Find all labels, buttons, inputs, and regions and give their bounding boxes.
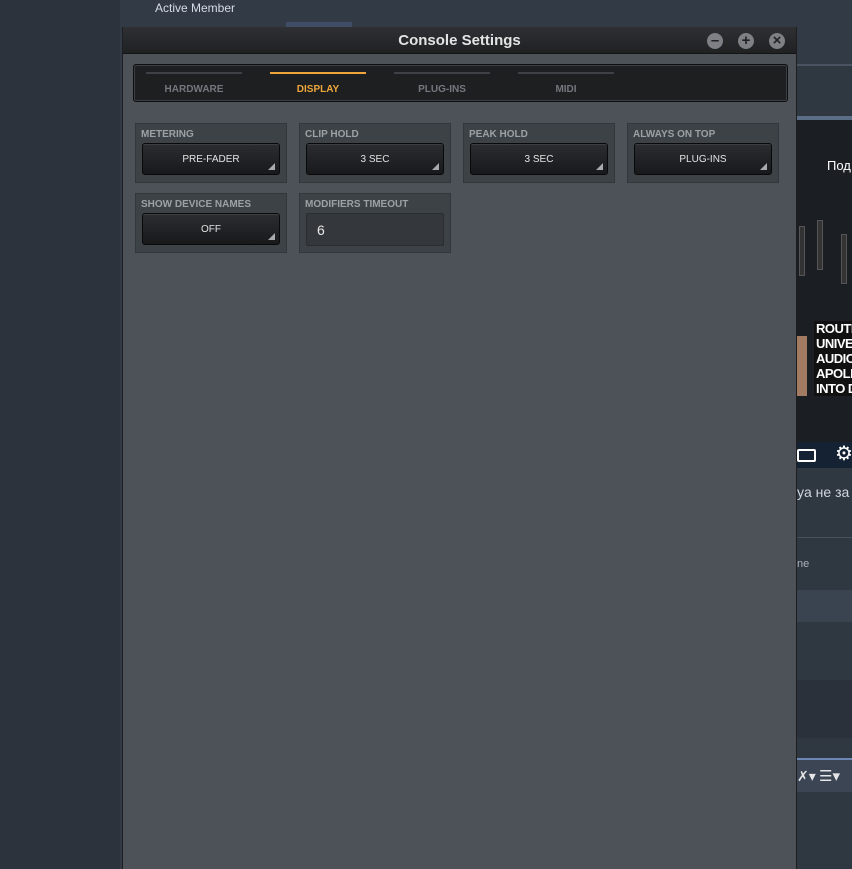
- clip-hold-dropdown[interactable]: 3 SEC: [306, 143, 444, 175]
- show-device-names-dropdown[interactable]: OFF: [142, 213, 280, 245]
- comment-text: ya не за: [797, 484, 850, 500]
- clip-hold-setting: CLIP HOLD 3 SEC: [299, 123, 451, 183]
- video-overlay-text: ROUTIN UNIVER AUDIO'S APOLLO INTO DE: [814, 321, 852, 396]
- tab-indicator: [518, 72, 614, 74]
- tab-indicator: [270, 72, 366, 74]
- always-on-top-setting: ALWAYS ON TOP PLUG-INS: [627, 123, 779, 183]
- minimize-icon[interactable]: –: [707, 33, 723, 49]
- gear-icon[interactable]: ⚙: [835, 444, 852, 464]
- video-top-bar: [797, 116, 852, 120]
- video-presenter-image: [797, 336, 807, 396]
- video-device-graphic: [841, 234, 847, 284]
- video-overlay-line: ROUTIN: [816, 321, 852, 336]
- captions-icon[interactable]: [797, 449, 816, 462]
- maximize-icon[interactable]: +: [738, 33, 754, 49]
- setting-label: PEAK HOLD: [469, 129, 528, 140]
- page-right-column: Под ROUTIN UNIVER AUDIO'S APOLLO INTO DE…: [797, 0, 852, 869]
- tab-label: PLUG-INS: [418, 84, 466, 95]
- page-divider: [797, 537, 852, 538]
- peak-hold-setting: PEAK HOLD 3 SEC: [463, 123, 615, 183]
- setting-label: METERING: [141, 129, 194, 140]
- tab-hardware[interactable]: HARDWARE: [146, 72, 242, 100]
- setting-label: ALWAYS ON TOP: [633, 129, 716, 140]
- align-icon[interactable]: ☰▾: [819, 767, 840, 785]
- dropdown-value: 3 SEC: [360, 154, 390, 165]
- tab-display[interactable]: DISPLAY: [270, 72, 366, 100]
- page-band: [797, 680, 852, 738]
- settings-tab-bar: HARDWARE DISPLAY PLUG-INS MIDI: [133, 64, 788, 102]
- video-overlay-line: APOLLO: [816, 366, 852, 381]
- dropdown-corner-icon: [268, 233, 275, 240]
- modifiers-timeout-setting: MODIFIERS TIMEOUT: [299, 193, 451, 253]
- setting-label: CLIP HOLD: [305, 129, 359, 140]
- video-player[interactable]: Под ROUTIN UNIVER AUDIO'S APOLLO INTO DE: [797, 116, 852, 442]
- video-overlay-line: UNIVER: [816, 336, 852, 351]
- window-titlebar[interactable]: Console Settings – + ×: [123, 27, 796, 54]
- video-overlay-line: AUDIO'S: [816, 351, 852, 366]
- dropdown-corner-icon: [596, 163, 603, 170]
- dropdown-value: PLUG-INS: [679, 154, 727, 165]
- always-on-top-dropdown[interactable]: PLUG-INS: [634, 143, 772, 175]
- tab-label: HARDWARE: [164, 84, 224, 95]
- dropdown-value: PRE-FADER: [182, 154, 240, 165]
- page-left-gutter: [0, 0, 120, 869]
- peak-hold-dropdown[interactable]: 3 SEC: [470, 143, 608, 175]
- dropdown-value: 3 SEC: [524, 154, 554, 165]
- show-device-names-setting: SHOW DEVICE NAMES OFF: [135, 193, 287, 253]
- video-title: Под: [827, 158, 851, 173]
- comment-meta: ne: [797, 558, 810, 570]
- tab-indicator: [146, 72, 242, 74]
- video-control-bar: ⚙: [797, 442, 852, 468]
- editor-toolbar: ✗▾ ☰▾: [797, 758, 852, 792]
- dropdown-corner-icon: [760, 163, 767, 170]
- tab-indicator: [394, 72, 490, 74]
- tab-label: MIDI: [555, 84, 577, 95]
- metering-setting: METERING PRE-FADER: [135, 123, 287, 183]
- video-overlay-line: INTO DE: [816, 381, 852, 396]
- window-title: Console Settings: [398, 32, 521, 49]
- setting-label: MODIFIERS TIMEOUT: [305, 199, 409, 210]
- video-device-graphic: [817, 220, 823, 270]
- tab-label: DISPLAY: [296, 84, 340, 95]
- video-device-graphic: [799, 226, 805, 276]
- member-status-label: Active Member: [155, 1, 236, 15]
- modifiers-timeout-input[interactable]: [306, 213, 444, 246]
- page-divider: [797, 64, 852, 66]
- close-icon[interactable]: ×: [769, 33, 785, 49]
- setting-label: SHOW DEVICE NAMES: [141, 199, 252, 210]
- format-clear-icon[interactable]: ✗▾: [797, 768, 816, 785]
- page-band: [797, 590, 852, 622]
- tab-plug-ins[interactable]: PLUG-INS: [394, 72, 490, 100]
- console-settings-window: Console Settings – + × HARDWARE DISPLAY …: [122, 27, 797, 869]
- dropdown-corner-icon: [432, 163, 439, 170]
- metering-dropdown[interactable]: PRE-FADER: [142, 143, 280, 175]
- dropdown-corner-icon: [268, 163, 275, 170]
- dropdown-value: OFF: [201, 224, 221, 235]
- page-header-strip: [797, 0, 852, 64]
- tab-midi[interactable]: MIDI: [518, 72, 614, 100]
